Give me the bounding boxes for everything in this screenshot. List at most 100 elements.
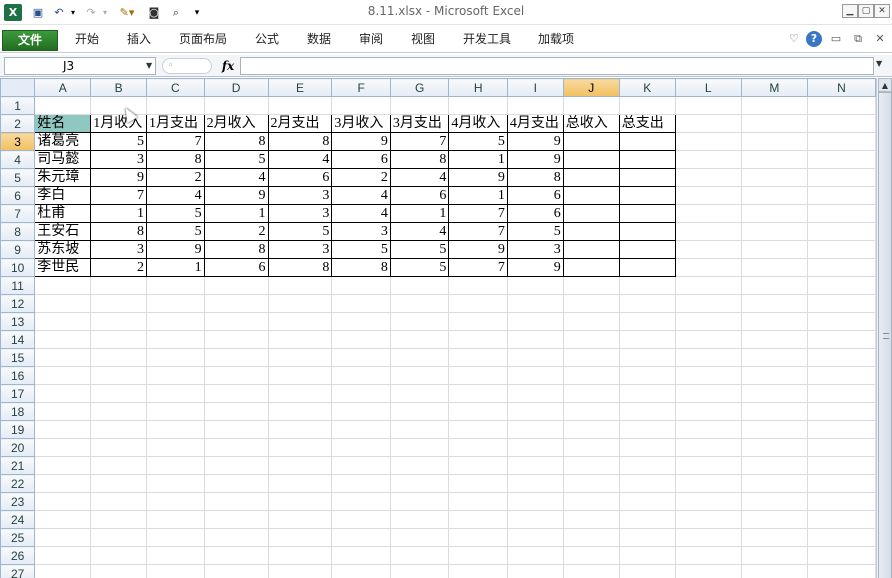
cell-n27[interactable] [806, 564, 876, 578]
cell-l4[interactable] [674, 150, 742, 169]
cell-l2[interactable] [674, 114, 742, 133]
cell-g22[interactable] [389, 474, 450, 493]
cell-m2[interactable] [740, 114, 808, 133]
cell-c23[interactable] [146, 492, 205, 511]
cell-b21[interactable] [90, 456, 148, 475]
cell-a18[interactable] [34, 402, 92, 421]
cell-g16[interactable] [389, 366, 450, 385]
cell-m20[interactable] [740, 438, 808, 457]
cell-h22[interactable] [448, 474, 508, 493]
tab-view[interactable]: 视图 [398, 30, 448, 51]
cell-a4[interactable]: 司马懿 [34, 150, 92, 169]
cell-n22[interactable] [806, 474, 876, 493]
cell-n18[interactable] [806, 402, 876, 421]
cell-b17[interactable] [90, 384, 148, 403]
cell-i26[interactable] [506, 546, 564, 565]
cell-k16[interactable] [618, 366, 676, 385]
row-header[interactable]: 15 [0, 348, 36, 367]
cell-b12[interactable] [90, 294, 148, 313]
cell-l16[interactable] [674, 366, 742, 385]
cell-i13[interactable] [506, 312, 564, 331]
cell-e19[interactable] [267, 420, 333, 439]
cell-m13[interactable] [740, 312, 808, 331]
cell-g8[interactable]: 4 [389, 222, 450, 241]
cell-k15[interactable] [618, 348, 676, 367]
cell-d27[interactable] [203, 564, 269, 578]
cell-c20[interactable] [146, 438, 205, 457]
cell-j18[interactable] [562, 402, 620, 421]
row-header[interactable]: 12 [0, 294, 36, 313]
cell-k10[interactable] [618, 258, 676, 277]
cell-l6[interactable] [674, 186, 742, 205]
cell-h9[interactable]: 9 [448, 240, 508, 259]
cell-b18[interactable] [90, 402, 148, 421]
cell-n26[interactable] [806, 546, 876, 565]
cell-f14[interactable] [331, 330, 391, 349]
cell-f8[interactable]: 3 [331, 222, 391, 241]
cell-n11[interactable] [806, 276, 876, 295]
cell-f26[interactable] [331, 546, 391, 565]
cell-b6[interactable]: 7 [90, 186, 148, 205]
cell-a2[interactable]: 姓名 [34, 114, 92, 133]
cell-l5[interactable] [674, 168, 742, 187]
cell-d15[interactable] [203, 348, 269, 367]
cell-k14[interactable] [618, 330, 676, 349]
cell-c4[interactable]: 8 [146, 150, 205, 169]
row-header[interactable]: 3 [0, 132, 36, 151]
row-header[interactable]: 5 [0, 168, 36, 187]
cell-i9[interactable]: 3 [506, 240, 564, 259]
cell-l17[interactable] [674, 384, 742, 403]
cell-a12[interactable] [34, 294, 92, 313]
cell-j4[interactable] [562, 150, 620, 169]
cell-c16[interactable] [146, 366, 205, 385]
cell-g23[interactable] [389, 492, 450, 511]
cell-l26[interactable] [674, 546, 742, 565]
cell-j21[interactable] [562, 456, 620, 475]
cell-a23[interactable] [34, 492, 92, 511]
cell-i19[interactable] [506, 420, 564, 439]
cell-n8[interactable] [806, 222, 876, 241]
cell-h3[interactable]: 5 [448, 132, 508, 151]
expand-formula-bar-icon[interactable]: ▼ [876, 59, 882, 68]
cell-e13[interactable] [267, 312, 333, 331]
cell-g1[interactable] [389, 96, 450, 115]
cell-j6[interactable] [562, 186, 620, 205]
cell-a8[interactable]: 王安石 [34, 222, 92, 241]
cell-m4[interactable] [740, 150, 808, 169]
cell-k26[interactable] [618, 546, 676, 565]
cell-i21[interactable] [506, 456, 564, 475]
cell-i24[interactable] [506, 510, 564, 529]
cell-k24[interactable] [618, 510, 676, 529]
cell-f11[interactable] [331, 276, 391, 295]
row-header[interactable]: 21 [0, 456, 36, 475]
cell-h10[interactable]: 7 [448, 258, 508, 277]
cell-c27[interactable] [146, 564, 205, 578]
cell-b13[interactable] [90, 312, 148, 331]
cell-g3[interactable]: 7 [389, 132, 450, 151]
cell-n15[interactable] [806, 348, 876, 367]
cell-j8[interactable] [562, 222, 620, 241]
tab-insert[interactable]: 插入 [114, 30, 164, 51]
cell-h2[interactable]: 4月收入 [448, 114, 508, 133]
cell-b27[interactable] [90, 564, 148, 578]
cell-n21[interactable] [806, 456, 876, 475]
row-header[interactable]: 8 [0, 222, 36, 241]
minimize-ribbon-icon[interactable]: ♡ [786, 31, 802, 47]
cell-d5[interactable]: 4 [203, 168, 269, 187]
cell-b9[interactable]: 3 [90, 240, 148, 259]
cell-a24[interactable] [34, 510, 92, 529]
cell-a21[interactable] [34, 456, 92, 475]
row-header[interactable]: 18 [0, 402, 36, 421]
tab-page-layout[interactable]: 页面布局 [168, 30, 238, 51]
cell-g11[interactable] [389, 276, 450, 295]
row-header[interactable]: 27 [0, 564, 36, 578]
cell-g13[interactable] [389, 312, 450, 331]
cell-i11[interactable] [506, 276, 564, 295]
doc-close-icon[interactable]: ✕ [872, 31, 888, 47]
cell-k21[interactable] [618, 456, 676, 475]
cell-j19[interactable] [562, 420, 620, 439]
cell-m23[interactable] [740, 492, 808, 511]
cell-h16[interactable] [448, 366, 508, 385]
row-header[interactable]: 20 [0, 438, 36, 457]
cell-h21[interactable] [448, 456, 508, 475]
